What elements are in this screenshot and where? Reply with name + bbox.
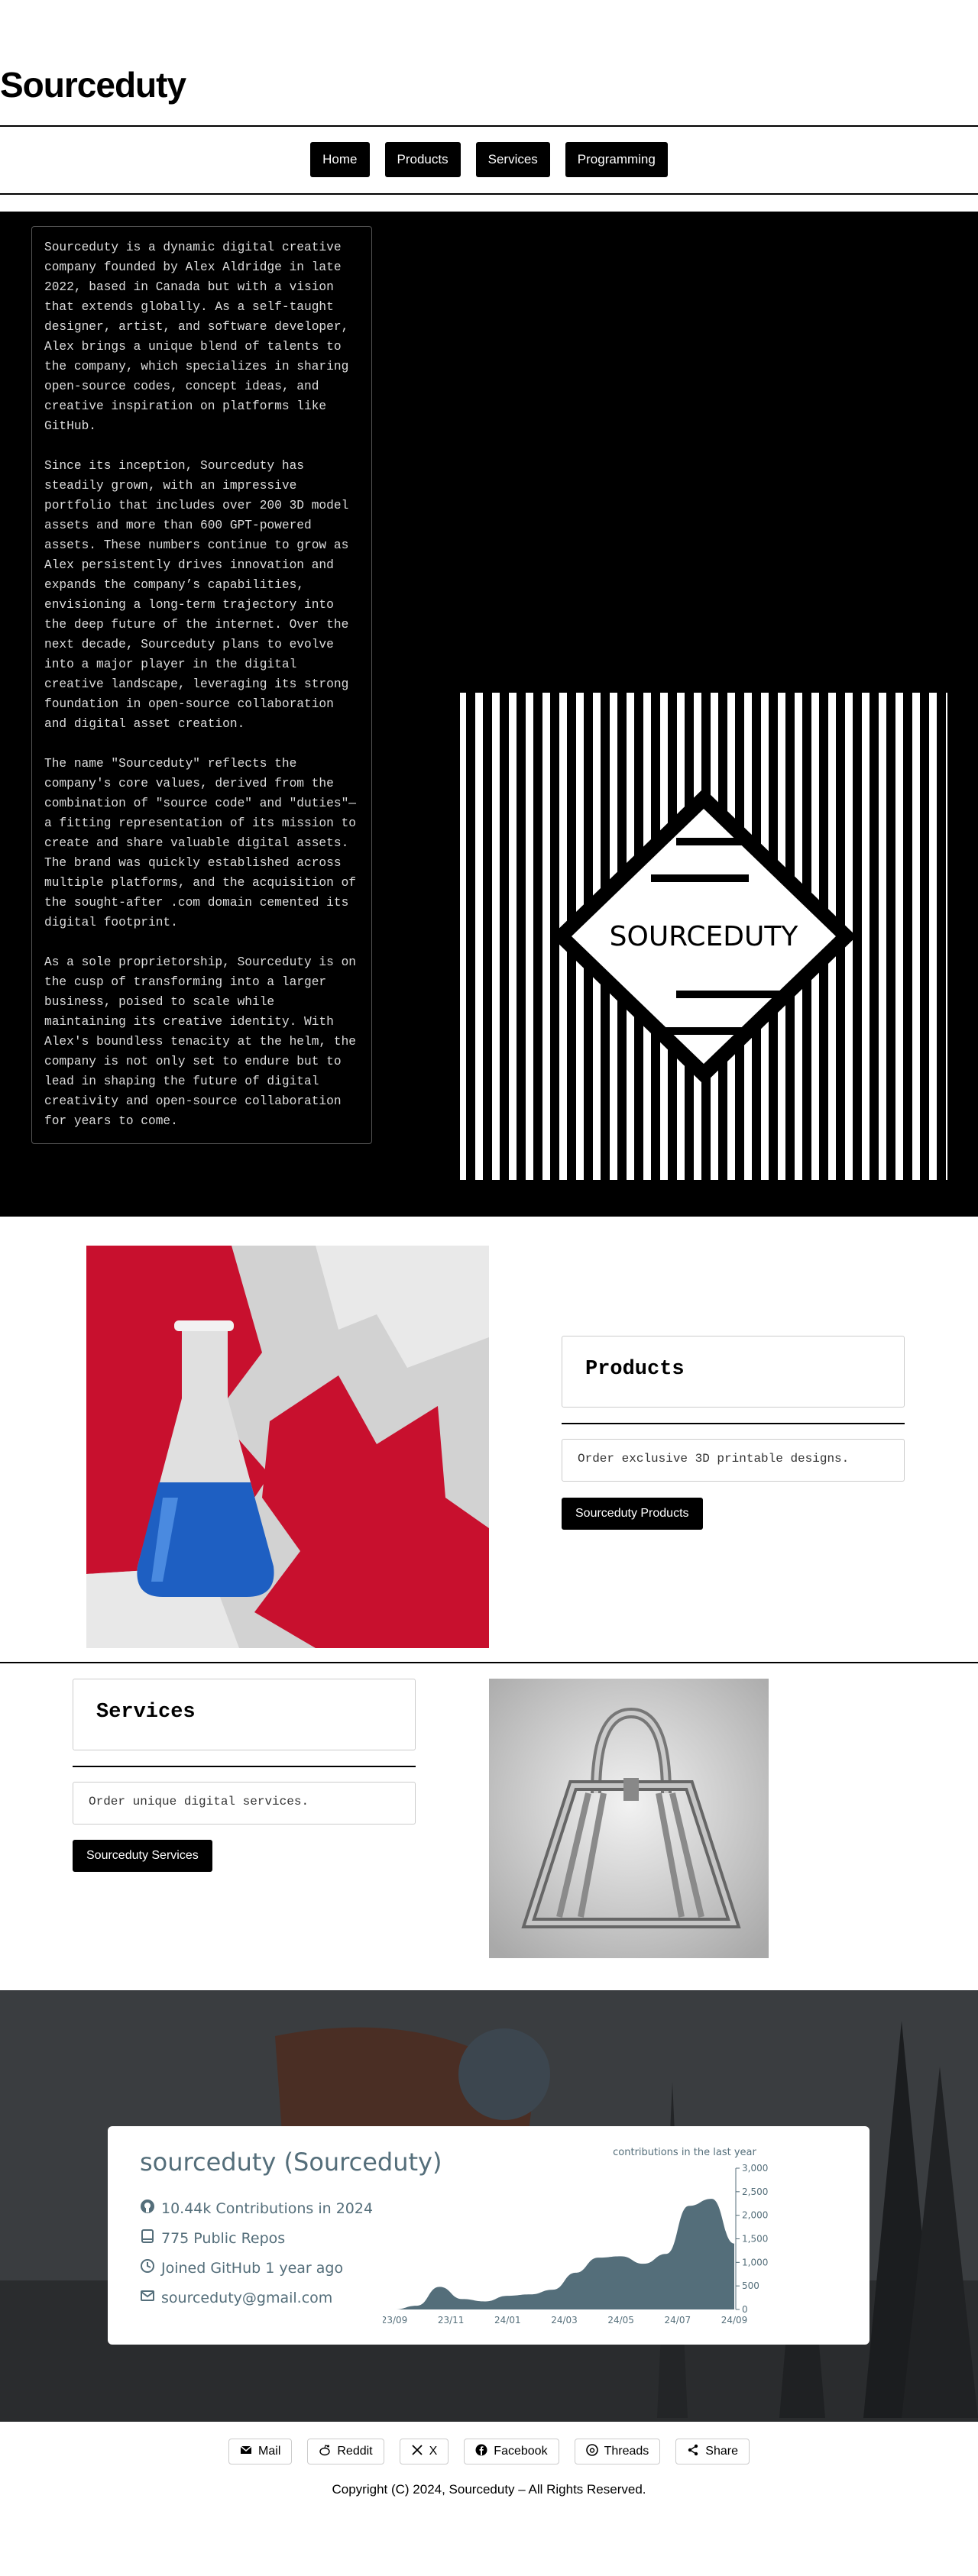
products-description: Order exclusive 3D printable designs. — [578, 1452, 850, 1466]
share-icon — [687, 2444, 699, 2460]
contributions-area-series — [394, 2199, 734, 2309]
mail-icon — [140, 2288, 155, 2307]
email-text[interactable]: sourceduty@gmail.com — [161, 2290, 332, 2306]
nav-divider — [0, 193, 978, 195]
share-threads-button[interactable]: Threads — [574, 2439, 661, 2464]
nav-programming-button[interactable]: Programming — [565, 142, 668, 177]
x-tick-label: 24/07 — [665, 2315, 691, 2326]
share-facebook-button[interactable]: Facebook — [464, 2439, 559, 2464]
about-paragraph-4: As a sole proprietorship, Sourceduty is … — [44, 955, 356, 1128]
services-divider — [73, 1766, 416, 1767]
about-paragraph-3: The name "Sourceduty" reflects the compa… — [44, 757, 356, 929]
contributions-stat: 10.44k Contributions in 2024 — [140, 2199, 373, 2218]
nav-services-button[interactable]: Services — [475, 142, 550, 177]
about-paragraph-1: Sourceduty is a dynamic digital creative… — [44, 241, 349, 433]
products-image — [86, 1246, 489, 1648]
github-stats-section: sourceduty (Sourceduty) 10.44k Contribut… — [0, 1990, 978, 2422]
github-icon — [140, 2199, 155, 2218]
repos-stat: 775 Public Repos — [140, 2229, 285, 2248]
share-reddit-label: Reddit — [337, 2445, 373, 2458]
joined-stat: Joined GitHub 1 year ago — [140, 2258, 343, 2277]
y-tick-label: 3,000 — [742, 2163, 768, 2174]
nav-products-button[interactable]: Products — [384, 142, 461, 177]
share-x-button[interactable]: X — [399, 2439, 449, 2464]
y-tick-label: 2,500 — [742, 2187, 768, 2197]
email-stat: sourceduty@gmail.com — [140, 2288, 332, 2307]
products-title: Products — [585, 1358, 685, 1381]
sourceduty-products-button[interactable]: Sourceduty Products — [562, 1498, 703, 1530]
x-tick-label: 24/05 — [607, 2315, 634, 2326]
x-tick-label: 23/09 — [383, 2315, 407, 2326]
copyright-text: Copyright (C) 2024, Sourceduty – All Rig… — [332, 2482, 646, 2497]
clock-icon — [140, 2258, 155, 2277]
products-section: Products Order exclusive 3D printable de… — [0, 1217, 978, 1662]
y-tick-label: 1,000 — [742, 2257, 768, 2267]
nav-home-button[interactable]: Home — [310, 142, 370, 177]
services-description: Order unique digital services. — [89, 1795, 309, 1808]
facebook-icon — [475, 2444, 487, 2460]
y-tick-label: 2,000 — [742, 2210, 768, 2221]
main-nav: Home Products Services Programming — [0, 142, 978, 177]
share-threads-label: Threads — [604, 2445, 649, 2458]
share-reddit-button[interactable]: Reddit — [307, 2439, 384, 2464]
chart-caption: contributions in the last year — [613, 2147, 756, 2158]
y-tick-label: 1,500 — [742, 2234, 768, 2245]
repos-text: 775 Public Repos — [161, 2229, 286, 2247]
share-facebook-label: Facebook — [494, 2445, 548, 2458]
x-tick-label: 24/09 — [721, 2315, 748, 2326]
about-section: Sourceduty is a dynamic digital creative… — [0, 212, 978, 1217]
share-generic-button[interactable]: Share — [675, 2439, 750, 2464]
products-divider — [562, 1423, 905, 1424]
contributions-chart: contributions in the last year 0 500 1,000… — [383, 2147, 768, 2326]
y-tick-label: 0 — [742, 2304, 748, 2315]
share-x-label: X — [429, 2445, 438, 2458]
joined-text: Joined GitHub 1 year ago — [161, 2259, 344, 2277]
x-icon — [411, 2444, 423, 2460]
sourceduty-services-button[interactable]: Sourceduty Services — [73, 1840, 212, 1872]
repo-icon — [140, 2229, 155, 2248]
about-text-box: Sourceduty is a dynamic digital creative… — [31, 226, 372, 1144]
threads-icon — [585, 2443, 598, 2460]
share-mail-button[interactable]: Mail — [228, 2439, 293, 2464]
mail-icon — [240, 2444, 252, 2460]
x-tick-label: 24/01 — [494, 2315, 521, 2326]
sourceduty-logo: SOURCEDUTY — [460, 693, 947, 1180]
services-section: Services Order unique digital services. … — [0, 1663, 978, 1990]
share-bar: Mail Reddit X Facebook Threads Share — [0, 2439, 978, 2464]
services-title-card: Services — [73, 1679, 416, 1750]
contributions-text: 10.44k Contributions in 2024 — [161, 2199, 374, 2217]
services-title: Services — [96, 1701, 196, 1724]
site-title: Sourceduty — [0, 65, 186, 105]
x-tick-label: 23/11 — [438, 2315, 465, 2326]
services-description-card: Order unique digital services. — [73, 1782, 416, 1825]
logo-text: SOURCEDUTY — [610, 921, 799, 952]
x-tick-label: 24/03 — [551, 2315, 578, 2326]
services-image — [489, 1679, 769, 1958]
header-divider — [0, 125, 978, 127]
about-paragraph-2: Since its inception, Sourceduty has stea… — [44, 459, 349, 731]
share-mail-label: Mail — [258, 2445, 281, 2458]
y-tick-label: 500 — [742, 2280, 759, 2291]
share-generic-label: Share — [705, 2445, 738, 2458]
reddit-icon — [319, 2444, 331, 2460]
github-stats-card: sourceduty (Sourceduty) 10.44k Contribut… — [108, 2126, 870, 2345]
products-title-card: Products — [562, 1336, 905, 1408]
products-description-card: Order exclusive 3D printable designs. — [562, 1439, 905, 1482]
